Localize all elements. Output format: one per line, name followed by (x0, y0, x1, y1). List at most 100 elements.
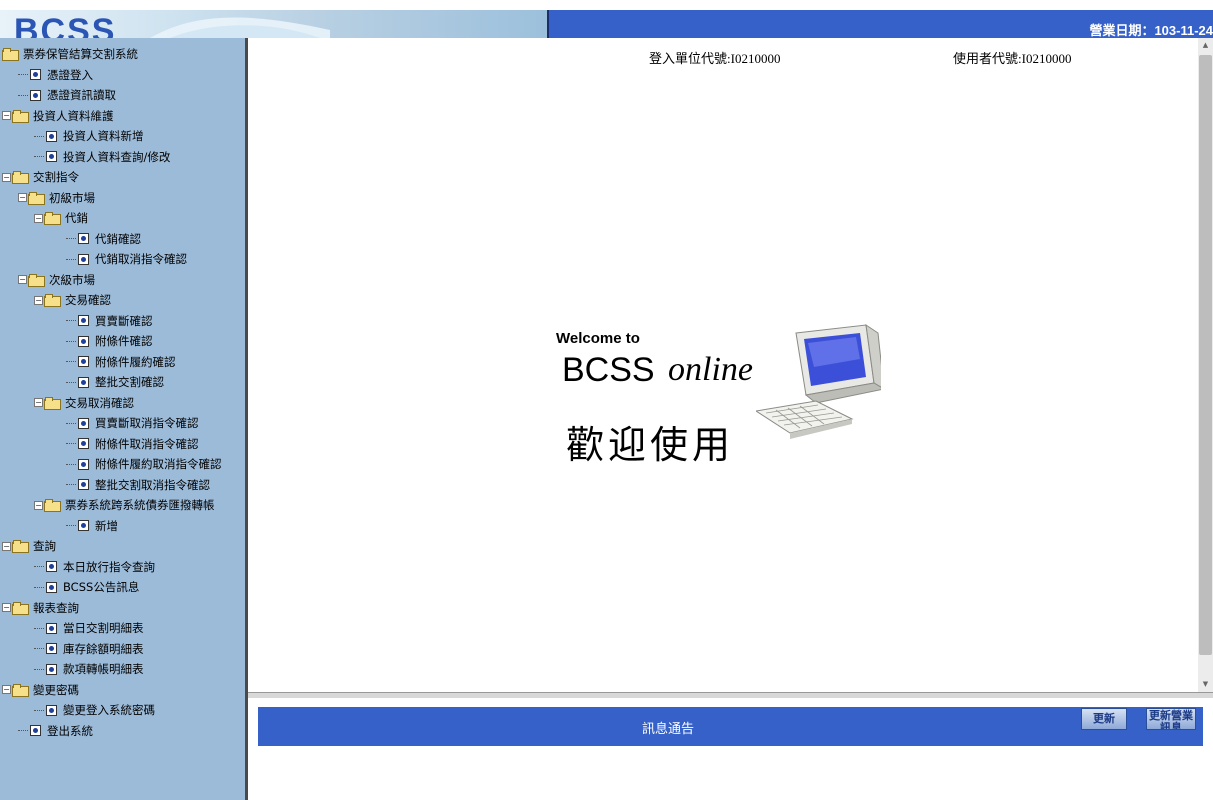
page-icon (78, 417, 89, 429)
tree-item[interactable]: 庫存餘額明細表 (0, 639, 245, 660)
collapse-toggle-icon[interactable]: − (34, 398, 43, 408)
tree-folder[interactable]: − 變更密碼 (0, 680, 245, 701)
tree-item-label: 代銷取消指令確認 (95, 252, 187, 267)
tree-item[interactable]: 變更登入系統密碼 (0, 700, 245, 721)
online-text: online (668, 351, 753, 388)
tree-item-label: 交易取消確認 (65, 395, 134, 410)
tree-item-label: 買賣斷確認 (95, 313, 153, 328)
tree-item[interactable]: 款項轉帳明細表 (0, 659, 245, 680)
tree-item-label: 報表查詢 (33, 600, 79, 615)
page-icon (78, 356, 89, 368)
welcome-to-text: Welcome to (556, 330, 640, 347)
banner-swoosh-graphic (150, 17, 330, 38)
main-scrollbar[interactable]: ▲ ▼ (1198, 38, 1213, 692)
tree-folder[interactable]: − 代銷 (0, 208, 245, 229)
refresh-button[interactable]: 更新 (1081, 708, 1127, 730)
refresh-notice-button[interactable]: 更新營業訊息 (1146, 708, 1196, 730)
collapse-toggle-icon[interactable]: − (2, 541, 11, 551)
scroll-down-arrow-icon[interactable]: ▼ (1198, 677, 1213, 692)
tree-item-label: 票券保管結算交割系統 (23, 47, 138, 62)
collapse-toggle-icon[interactable]: − (34, 500, 43, 510)
tree-item[interactable]: 當日交割明細表 (0, 618, 245, 639)
tree-item[interactable]: 憑證資訊讀取 (0, 85, 245, 106)
collapse-toggle-icon[interactable]: − (2, 685, 11, 695)
collapse-toggle-icon[interactable]: − (2, 111, 11, 121)
tree-item-label: 查詢 (33, 539, 56, 554)
page-icon (78, 253, 89, 265)
page-icon (78, 233, 89, 245)
tree-folder[interactable]: − 交易取消確認 (0, 393, 245, 414)
tree-item-label: 變更密碼 (33, 682, 79, 697)
tree-item[interactable]: 附條件履約確認 (0, 352, 245, 373)
computer-icon (756, 323, 881, 439)
tree-folder[interactable]: − 票券系統跨系統債券匯撥轉帳 (0, 495, 245, 516)
page-icon (78, 335, 89, 347)
tree-item[interactable]: BCSS公告訊息 (0, 577, 245, 598)
tree-item-label: 投資人資料新增 (63, 129, 144, 144)
tree-folder[interactable]: − 初級市場 (0, 188, 245, 209)
tree-folder[interactable]: − 報表查詢 (0, 598, 245, 619)
business-date: 營業日期：103-11-24 (1089, 23, 1213, 38)
tree-item[interactable]: 代銷確認 (0, 229, 245, 250)
tree-item[interactable]: 代銷取消指令確認 (0, 249, 245, 270)
collapse-toggle-icon[interactable]: − (18, 193, 27, 203)
tree-item-label: BCSS公告訊息 (63, 580, 140, 595)
tree-folder[interactable]: − 投資人資料維護 (0, 106, 245, 127)
tree-folder[interactable]: − 交易確認 (0, 290, 245, 311)
tree-item[interactable]: 附條件履約取消指令確認 (0, 454, 245, 475)
tree-item-label: 附條件取消指令確認 (95, 436, 199, 451)
welcome-chinese-text: 歡迎使用 (566, 423, 735, 467)
tree-item[interactable]: 買賣斷確認 (0, 311, 245, 332)
tree-item-label: 附條件確認 (95, 334, 153, 349)
tree-folder[interactable]: − 查詢 (0, 536, 245, 557)
folder-icon (44, 499, 61, 513)
tree-connector (66, 340, 76, 342)
tree-item-label: 登出系統 (47, 723, 93, 738)
collapse-toggle-icon[interactable]: − (18, 275, 27, 285)
page-icon (46, 622, 57, 634)
tree-connector (66, 258, 76, 260)
page-icon (78, 520, 89, 532)
folder-icon (12, 683, 29, 697)
tree-item[interactable]: 登出系統 (0, 721, 245, 742)
tree-item[interactable]: 投資人資料查詢/修改 (0, 147, 245, 168)
tree-item[interactable]: 憑證登入 (0, 65, 245, 86)
page-icon (78, 479, 89, 491)
tree-item-label: 票券系統跨系統債券匯撥轉帳 (65, 498, 215, 513)
user-code: 使用者代號:I0210000 (953, 51, 1072, 66)
tree-item[interactable]: 附條件取消指令確認 (0, 434, 245, 455)
page-icon (46, 643, 57, 655)
page-icon (46, 663, 57, 675)
tree-folder[interactable]: 票券保管結算交割系統 (0, 44, 245, 65)
tree-item-label: 附條件履約確認 (95, 354, 176, 369)
tree-connector (18, 730, 28, 732)
nav-tree: 票券保管結算交割系統 憑證登入 憑證資訊讀取 − 投資人資料維護 投資人資料新增 投資人資料… (0, 44, 245, 741)
tree-folder[interactable]: − 交割指令 (0, 167, 245, 188)
tree-item[interactable]: 整批交割取消指令確認 (0, 475, 245, 496)
notice-bar: 訊息通告 更新 更新營業訊息 (258, 707, 1203, 746)
tree-item[interactable]: 新增 (0, 516, 245, 537)
nav-tree-panel: 票券保管結算交割系統 憑證登入 憑證資訊讀取 − 投資人資料維護 投資人資料新增 投資人資料… (0, 38, 245, 800)
main-content: 登入單位代號:I0210000 使用者代號:I0210000 Welcome t… (248, 38, 1198, 692)
tree-connector (34, 586, 44, 588)
tree-folder[interactable]: − 次級市場 (0, 270, 245, 291)
tree-item[interactable]: 買賣斷取消指令確認 (0, 413, 245, 434)
tree-item-label: 交割指令 (33, 170, 79, 185)
tree-item-label: 投資人資料維護 (33, 108, 114, 123)
tree-item[interactable]: 整批交割確認 (0, 372, 245, 393)
page-icon (46, 581, 57, 593)
collapse-toggle-icon[interactable]: − (2, 603, 11, 613)
bcss-logo: BCSS (14, 12, 117, 38)
collapse-toggle-icon[interactable]: − (34, 213, 43, 223)
tree-item[interactable]: 投資人資料新增 (0, 126, 245, 147)
tree-connector (34, 156, 44, 158)
tree-item[interactable]: 附條件確認 (0, 331, 245, 352)
tree-item-label: 新增 (95, 518, 118, 533)
collapse-toggle-icon[interactable]: − (34, 295, 43, 305)
tree-item[interactable]: 本日放行指令查詢 (0, 557, 245, 578)
scroll-up-arrow-icon[interactable]: ▲ (1198, 38, 1213, 53)
collapse-toggle-icon[interactable]: − (2, 172, 11, 182)
tree-item-label: 次級市場 (49, 272, 95, 287)
notice-title: 訊息通告 (641, 722, 694, 737)
scrollbar-thumb[interactable] (1199, 55, 1212, 655)
